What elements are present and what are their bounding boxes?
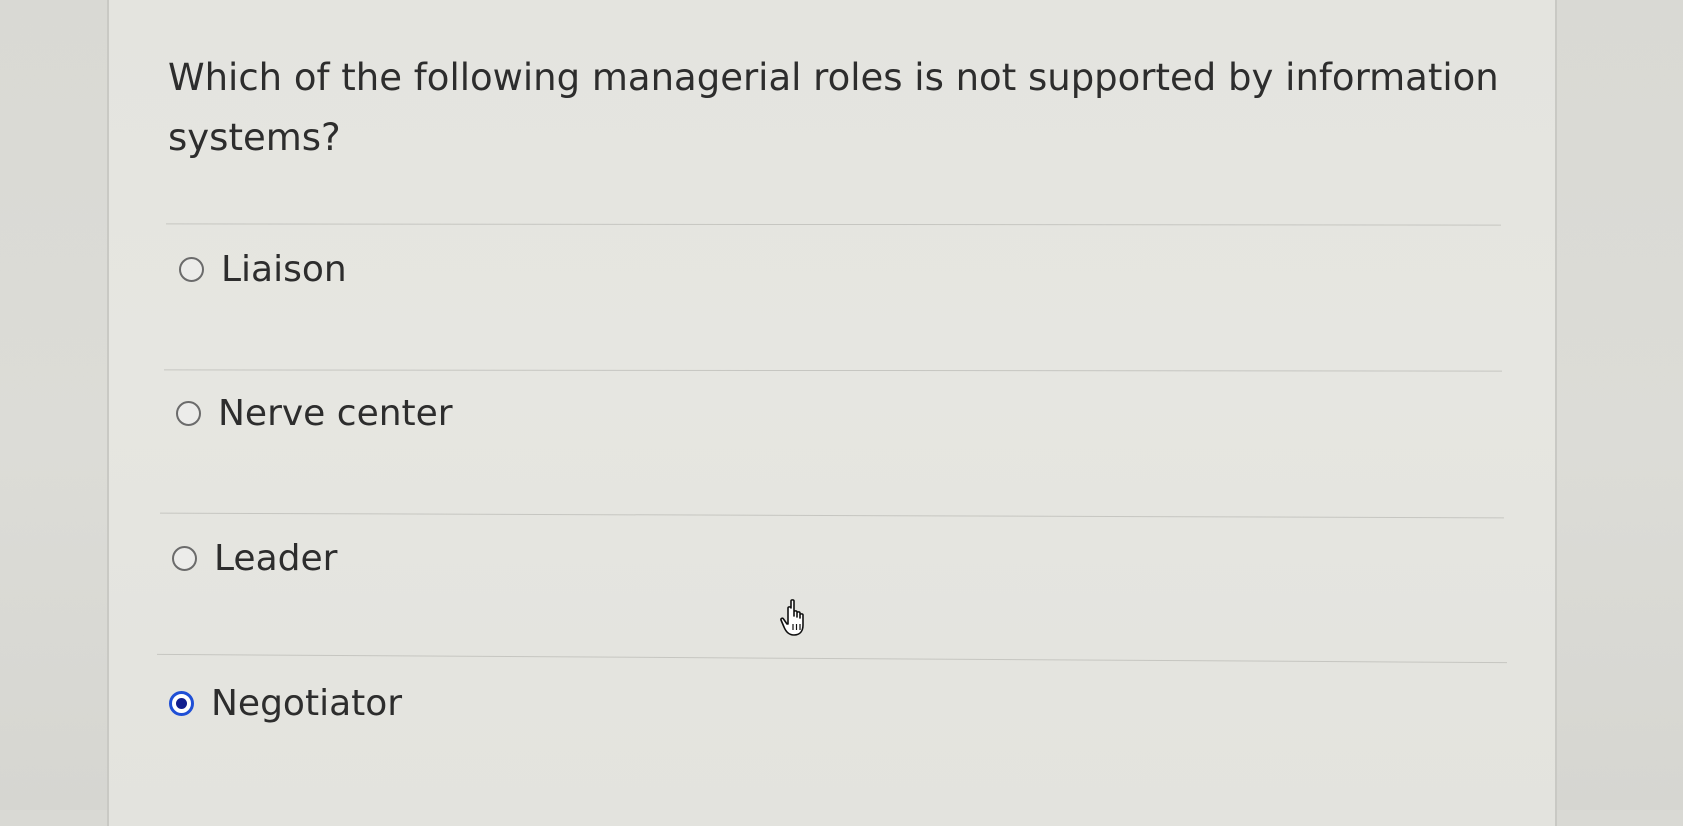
option-label: Liaison	[221, 249, 347, 290]
radio-button-unselected[interactable]	[176, 401, 201, 426]
option-leader[interactable]: Leader	[172, 538, 337, 579]
radio-button-selected[interactable]	[169, 691, 194, 716]
option-label: Leader	[214, 538, 338, 579]
question-text: Which of the following managerial roles …	[168, 56, 1499, 159]
radio-button-unselected[interactable]	[179, 257, 204, 282]
hand-pointer-icon	[780, 599, 804, 636]
option-negotiator[interactable]: Negotiator	[169, 683, 402, 724]
option-liaison[interactable]: Liaison	[179, 249, 347, 290]
radio-button-unselected[interactable]	[172, 546, 197, 571]
option-label: Nerve center	[218, 393, 453, 434]
option-nerve-center[interactable]: Nerve center	[176, 393, 453, 434]
option-label: Negotiator	[211, 683, 403, 724]
